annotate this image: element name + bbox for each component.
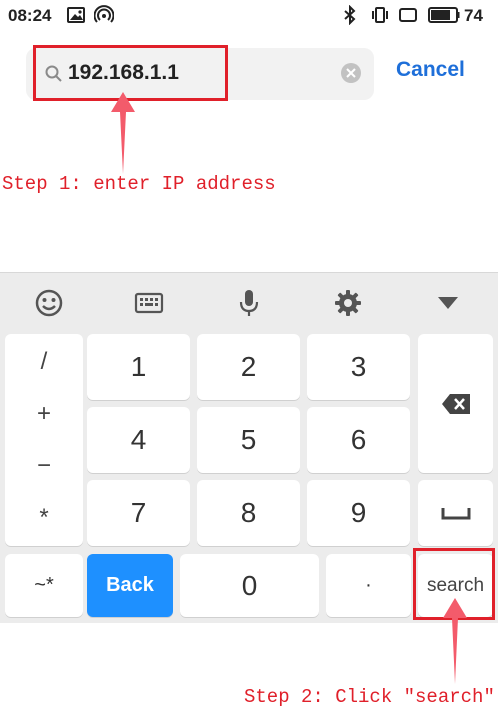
cancel-button[interactable]: Cancel <box>396 58 465 82</box>
image-icon <box>67 7 85 23</box>
digit-key-8[interactable]: 8 <box>197 480 300 546</box>
symbols-key[interactable]: ~* <box>5 554 83 617</box>
backspace-key[interactable] <box>418 334 493 473</box>
up-arrow-icon <box>111 92 135 174</box>
digit-key-6[interactable]: 6 <box>307 407 410 473</box>
space-key[interactable] <box>418 480 493 546</box>
plus-key[interactable]: + <box>5 400 83 428</box>
screen-icon <box>399 8 417 22</box>
space-icon <box>441 508 470 520</box>
microphone-icon[interactable] <box>233 287 265 319</box>
keyboard-icon[interactable] <box>133 287 165 319</box>
digit-key-3[interactable]: 3 <box>307 334 410 400</box>
slash-key[interactable]: / <box>5 348 83 376</box>
settings-icon[interactable] <box>332 287 364 319</box>
digit-key-0[interactable]: 0 <box>180 554 319 617</box>
battery-level: 74 <box>464 6 483 25</box>
digit-key-7[interactable]: 7 <box>87 480 190 546</box>
status-time: 08:24 <box>8 6 52 25</box>
symbol-column: / + − * <box>5 334 83 546</box>
digit-key-1[interactable]: 1 <box>87 334 190 400</box>
digit-key-9[interactable]: 9 <box>307 480 410 546</box>
digit-key-4[interactable]: 4 <box>87 407 190 473</box>
status-bar: 08:24 74 <box>0 0 498 32</box>
bluetooth-icon <box>344 5 356 25</box>
digit-key-5[interactable]: 5 <box>197 407 300 473</box>
clear-icon[interactable] <box>340 62 362 84</box>
backspace-icon <box>441 393 470 414</box>
minus-key[interactable]: − <box>5 452 83 480</box>
multiply-key[interactable]: * <box>5 504 83 532</box>
dot-key[interactable]: · <box>326 554 411 617</box>
vibrate-icon <box>372 7 388 23</box>
step2-annotation: Step 2: Click "search" <box>244 686 495 708</box>
up-arrow-icon <box>443 598 467 684</box>
step1-annotation: Step 1: enter IP address <box>2 173 276 195</box>
hotspot-icon <box>94 5 114 23</box>
battery-icon <box>428 7 460 23</box>
collapse-icon[interactable] <box>432 287 464 319</box>
digit-key-2[interactable]: 2 <box>197 334 300 400</box>
back-key[interactable]: Back <box>87 554 173 617</box>
emoji-icon[interactable] <box>33 287 65 319</box>
